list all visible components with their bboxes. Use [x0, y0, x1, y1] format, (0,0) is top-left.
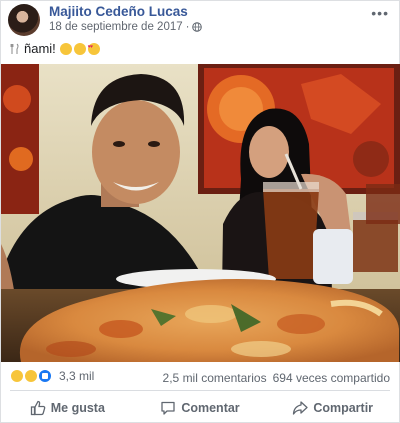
post-meta: 18 de septiembre de 2017 · — [49, 21, 203, 33]
author-avatar[interactable] — [8, 4, 40, 36]
reaction-summary[interactable]: 3,3 mil — [10, 369, 94, 383]
post-caption: ñami! — [10, 41, 100, 56]
like-reaction-icon — [38, 369, 52, 383]
more-options-icon[interactable]: ••• — [371, 5, 389, 21]
share-label: Compartir — [313, 401, 374, 415]
comment-icon — [161, 401, 175, 415]
author-name-link[interactable]: Majiito Cedeño Lucas — [49, 4, 188, 19]
comments-count-link[interactable]: 2,5 mil comentarios — [163, 371, 267, 385]
grinning-face-icon — [73, 42, 86, 55]
share-icon — [293, 401, 308, 415]
caption-emojis — [59, 42, 100, 55]
like-button[interactable]: Me gusta — [1, 394, 134, 422]
fork-knife-icon — [10, 43, 19, 54]
divider — [10, 390, 390, 391]
shares-count-link[interactable]: 694 veces compartido — [273, 371, 390, 385]
like-label: Me gusta — [50, 401, 105, 415]
caption-text: ñami! — [24, 41, 56, 56]
meta-separator: · — [185, 21, 190, 33]
sad-reaction-icon — [10, 369, 24, 383]
post-stats: 2,5 mil comentarios 694 veces compartido — [163, 371, 390, 385]
comment-button[interactable]: Comentar — [134, 394, 267, 422]
reaction-count[interactable]: 3,3 mil — [59, 369, 94, 383]
grinning-face-icon — [59, 42, 72, 55]
post-photo[interactable] — [1, 64, 400, 362]
share-button[interactable]: Compartir — [266, 394, 399, 422]
comment-label: Comentar — [181, 401, 240, 415]
heart-eyes-face-icon — [87, 42, 100, 55]
facebook-post: Majiito Cedeño Lucas 18 de septiembre de… — [0, 0, 400, 423]
post-date[interactable]: 18 de septiembre de 2017 — [49, 21, 183, 33]
haha-reaction-icon — [24, 369, 38, 383]
action-bar: Me gusta Comentar Compartir — [1, 394, 399, 422]
globe-icon — [192, 22, 203, 32]
thumbs-up-icon — [30, 400, 46, 416]
